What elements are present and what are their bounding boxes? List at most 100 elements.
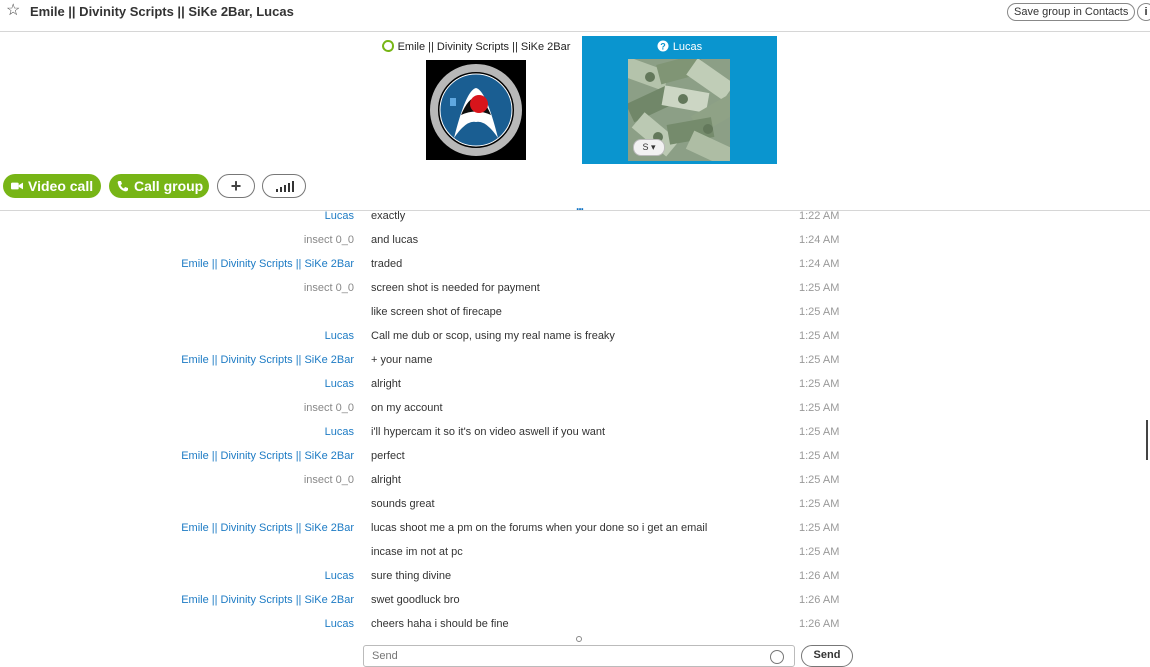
message-text: exactly: [371, 210, 406, 222]
message-text: and lucas: [371, 234, 419, 246]
participant-name: Lucas: [672, 41, 703, 53]
message-row: sounds great 1:25 AM: [0, 498, 1150, 522]
message-sender[interactable]: Lucas: [325, 210, 354, 222]
message-time: 1:25 AM: [799, 282, 840, 294]
message-text: Call me dub or scop, using my real name …: [371, 330, 615, 342]
message-time: 1:25 AM: [799, 426, 840, 438]
message-text: screen shot is needed for payment: [371, 282, 540, 294]
video-camera-icon: [11, 182, 23, 190]
message-sender[interactable]: Emile || Divinity Scripts || SiKe 2Bar: [181, 594, 354, 606]
message-text: i'll hypercam it so it's on video aswell…: [371, 426, 606, 438]
message-time: 1:26 AM: [799, 570, 840, 582]
participant-card-lucas[interactable]: ? Lucas S ▾: [582, 36, 777, 164]
conversation-title: Emile || Divinity Scripts || SiKe 2Bar, …: [30, 4, 294, 19]
message-time: 1:25 AM: [799, 378, 840, 390]
message-sender[interactable]: Lucas: [325, 570, 354, 582]
message-row: Emile || Divinity Scripts || SiKe 2Bar s…: [0, 594, 1150, 618]
call-group-button[interactable]: Call group: [109, 174, 209, 198]
message-row: incase im not at pc 1:25 AM: [0, 546, 1150, 570]
message-time: 1:25 AM: [799, 306, 840, 318]
message-sender[interactable]: insect 0_0: [304, 402, 354, 414]
message-text: alright: [371, 378, 401, 390]
skype-menu-dropdown[interactable]: S ▾: [633, 139, 665, 156]
message-sender[interactable]: Lucas: [325, 426, 354, 438]
avatar[interactable]: [426, 60, 526, 160]
message-sender[interactable]: Emile || Divinity Scripts || SiKe 2Bar: [181, 258, 354, 270]
svg-text:?: ?: [660, 42, 666, 52]
conversation-header: ☆ Emile || Divinity Scripts || SiKe 2Bar…: [0, 0, 1150, 32]
message-row: insect 0_0 on my account 1:25 AM: [0, 402, 1150, 426]
message-sender[interactable]: Lucas: [325, 618, 354, 630]
favorite-star-icon[interactable]: ☆: [6, 3, 22, 19]
message-row: insect 0_0 alright 1:25 AM: [0, 474, 1150, 498]
participant-card-emile[interactable]: Emile || Divinity Scripts || SiKe 2Bar: [378, 36, 574, 164]
participant-label: Emile || Divinity Scripts || SiKe 2Bar: [378, 40, 574, 53]
message-time: 1:25 AM: [799, 354, 840, 366]
phone-icon: [117, 181, 128, 192]
add-participant-button[interactable]: +: [217, 174, 255, 198]
message-input[interactable]: [370, 649, 754, 663]
message-text: + your name: [371, 354, 433, 366]
message-sender[interactable]: Lucas: [325, 330, 354, 342]
message-sender[interactable]: Emile || Divinity Scripts || SiKe 2Bar: [181, 522, 354, 534]
message-row: Emile || Divinity Scripts || SiKe 2Bar +…: [0, 354, 1150, 378]
participant-label: ? Lucas: [582, 40, 777, 53]
message-text: cheers haha i should be fine: [371, 618, 509, 630]
message-sender[interactable]: insect 0_0: [304, 474, 354, 486]
message-text: alright: [371, 474, 401, 486]
call-quality-button[interactable]: [262, 174, 306, 198]
duke-avatar-icon: [426, 60, 526, 160]
message-sender[interactable]: Lucas: [325, 378, 354, 390]
message-time: 1:25 AM: [799, 546, 840, 558]
send-button[interactable]: Send: [801, 645, 853, 667]
info-icon[interactable]: i: [1137, 3, 1150, 21]
message-text: lucas shoot me a pm on the forums when y…: [371, 522, 708, 534]
message-row: Lucas i'll hypercam it so it's on video …: [0, 426, 1150, 450]
signal-bar-icon: [284, 185, 286, 192]
signal-bar-icon: [280, 187, 282, 192]
message-row: Lucas exactly 1:22 AM: [0, 210, 1150, 234]
message-time: 1:25 AM: [799, 330, 840, 342]
message-time: 1:25 AM: [799, 402, 840, 414]
message-time: 1:25 AM: [799, 450, 840, 462]
message-time: 1:26 AM: [799, 618, 840, 630]
message-text: sure thing divine: [371, 570, 452, 582]
message-compose-box[interactable]: [363, 645, 795, 667]
message-row: insect 0_0 screen shot is needed for pay…: [0, 282, 1150, 306]
message-text: like screen shot of firecape: [371, 306, 502, 318]
message-time: 1:24 AM: [799, 234, 840, 246]
avatar[interactable]: S ▾: [628, 59, 730, 161]
message-row: Lucas Call me dub or scop, using my real…: [0, 330, 1150, 354]
message-text: perfect: [371, 450, 405, 462]
message-sender[interactable]: Emile || Divinity Scripts || SiKe 2Bar: [181, 450, 354, 462]
message-sender[interactable]: insect 0_0: [304, 282, 354, 294]
message-row: Emile || Divinity Scripts || SiKe 2Bar p…: [0, 450, 1150, 474]
signal-bar-icon: [276, 189, 278, 192]
signal-bar-icon: [288, 183, 290, 192]
save-group-button[interactable]: Save group in Contacts: [1007, 3, 1136, 21]
participant-name: Emile || Divinity Scripts || SiKe 2Bar: [397, 41, 571, 53]
message-text: traded: [371, 258, 403, 270]
video-call-button[interactable]: Video call: [3, 174, 101, 198]
message-row: Emile || Divinity Scripts || SiKe 2Bar l…: [0, 522, 1150, 546]
message-sender[interactable]: insect 0_0: [304, 234, 354, 246]
message-time: 1:26 AM: [799, 594, 840, 606]
message-time: 1:25 AM: [799, 474, 840, 486]
window-edge-divider: [1146, 420, 1148, 460]
online-status-icon: [381, 40, 394, 52]
message-text: on my account: [371, 402, 443, 414]
message-row: Lucas cheers haha i should be fine 1:26 …: [0, 618, 1150, 642]
message-row: Lucas sure thing divine 1:26 AM: [0, 570, 1150, 594]
message-row: like screen shot of firecape 1:25 AM: [0, 306, 1150, 330]
signal-bar-icon: [292, 181, 294, 192]
message-time: 1:24 AM: [799, 258, 840, 270]
message-time: 1:25 AM: [799, 498, 840, 510]
message-time: 1:25 AM: [799, 522, 840, 534]
message-sender[interactable]: Emile || Divinity Scripts || SiKe 2Bar: [181, 354, 354, 366]
emoticon-icon[interactable]: [770, 650, 784, 664]
typing-indicator: [576, 636, 582, 642]
message-row: Lucas alright 1:25 AM: [0, 378, 1150, 402]
unknown-status-icon: ?: [657, 40, 669, 52]
message-time: 1:22 AM: [799, 210, 840, 222]
message-row: Emile || Divinity Scripts || SiKe 2Bar t…: [0, 258, 1150, 282]
